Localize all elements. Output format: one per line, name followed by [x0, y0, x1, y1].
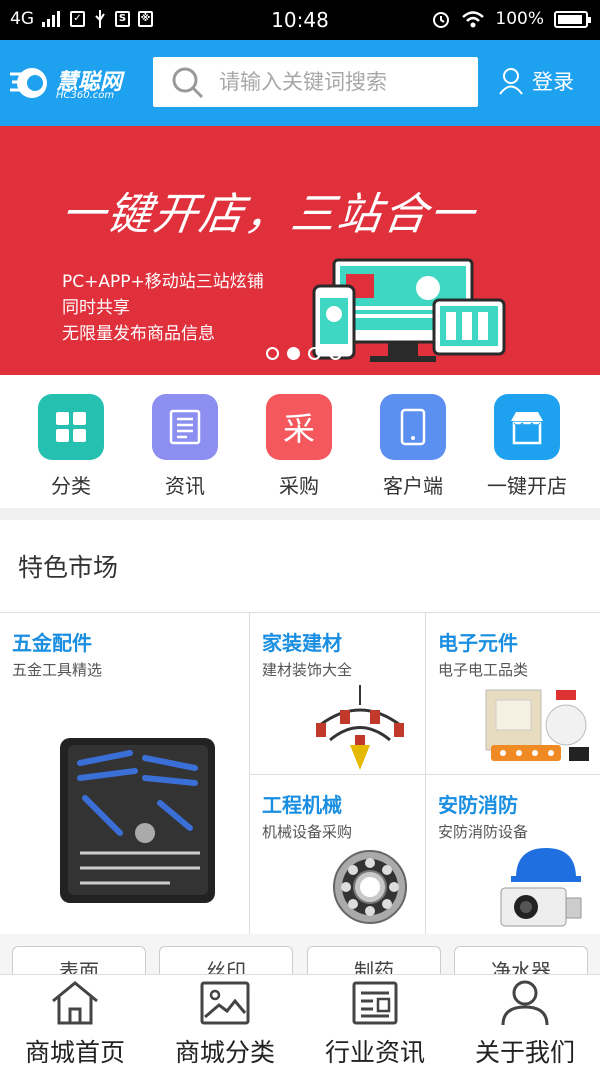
banner-dot[interactable] — [329, 347, 342, 360]
search-box[interactable] — [153, 57, 478, 107]
search-input[interactable] — [219, 57, 469, 107]
quick-nav-purchase[interactable]: 采 采购 — [242, 375, 356, 508]
quick-nav-open-store[interactable]: 一键开店 — [470, 375, 584, 508]
market-card-machinery[interactable]: 工程机械 机械设备采购 — [250, 775, 426, 935]
market-subtitle: 建材装饰大全 — [262, 661, 353, 679]
battery-percent: 100% — [495, 9, 544, 29]
home-icon — [52, 981, 98, 1025]
market-title: 安防消防 — [438, 793, 518, 817]
app-header: 慧聪网 HC360.com 登录 — [0, 40, 600, 126]
login-label: 登录 — [532, 70, 574, 94]
logo[interactable]: 慧聪网 HC360.com — [10, 62, 135, 106]
nav-label: 关于我们 — [474, 1038, 575, 1067]
banner-dot-active[interactable] — [287, 347, 300, 360]
banner-lines: PC+APP+移动站三站炫铺 同时共享 无限量发布商品信息 — [62, 269, 264, 347]
nav-about[interactable]: 关于我们 — [450, 975, 600, 1067]
promo-banner[interactable]: 一键开店，三站合一 PC+APP+移动站三站炫铺 同时共享 无限量发布商品信息 — [0, 126, 600, 375]
market-title: 工程机械 — [262, 793, 342, 817]
grid-icon — [38, 394, 104, 460]
login-button[interactable]: 登录 — [498, 66, 574, 96]
banner-line: 同时共享 — [62, 298, 130, 318]
toolbox-image — [60, 738, 215, 903]
market-subtitle: 电子电工品类 — [438, 661, 529, 679]
news-icon — [352, 981, 398, 1025]
featured-grid: 五金配件 五金工具精选 家装建材 建材装饰大全 电子元件 电子电工品类 工程机械… — [0, 612, 600, 935]
nav-label: 商城首页 — [24, 1038, 125, 1067]
featured-title: 特色市场 — [18, 553, 119, 582]
market-card-security[interactable]: 安防消防 安防消防设备 — [426, 775, 600, 935]
nav-news[interactable]: 行业资讯 — [300, 975, 450, 1067]
electronics-image — [485, 689, 589, 761]
market-card-building[interactable]: 家装建材 建材装饰大全 — [250, 613, 426, 775]
nav-label: 行业资讯 — [324, 1038, 425, 1067]
banner-dot[interactable] — [266, 347, 279, 360]
market-subtitle: 安防消防设备 — [438, 823, 529, 841]
quick-nav: 分类 资讯 采 采购 客户端 一键开店 — [0, 375, 600, 508]
quick-nav-client[interactable]: 客户端 — [356, 375, 470, 508]
security-camera-image — [500, 848, 582, 927]
market-card-hardware[interactable]: 五金配件 五金工具精选 — [0, 613, 250, 935]
market-title: 电子元件 — [438, 631, 518, 655]
quick-nav-label: 资讯 — [165, 474, 205, 498]
search-icon — [172, 67, 204, 99]
logo-mark-icon — [10, 68, 47, 98]
quick-nav-label: 采购 — [279, 474, 319, 498]
quick-nav-label: 分类 — [51, 474, 91, 498]
banner-line: 无限量发布商品信息 — [62, 324, 215, 344]
banner-slogan: 一键开店，三站合一 — [57, 189, 479, 240]
bottom-nav: 商城首页 商城分类 行业资讯 关于我们 — [0, 974, 600, 1067]
news-icon — [152, 394, 218, 460]
nav-home[interactable]: 商城首页 — [0, 975, 150, 1067]
nav-label: 商城分类 — [174, 1038, 275, 1067]
quick-nav-label: 一键开店 — [487, 474, 567, 498]
market-title: 五金配件 — [12, 631, 92, 655]
purchase-icon: 采 — [266, 394, 332, 460]
logo-subtitle: HC360.com — [56, 90, 115, 101]
banner-line: PC+APP+移动站三站炫铺 — [62, 272, 264, 292]
image-icon — [200, 981, 250, 1025]
phone-icon — [380, 394, 446, 460]
status-right: 100% — [431, 9, 591, 29]
nav-categories[interactable]: 商城分类 — [150, 975, 300, 1067]
bearing-image — [333, 850, 407, 924]
banner-dot[interactable] — [308, 347, 321, 360]
store-icon — [494, 394, 560, 460]
wifi-icon — [462, 11, 485, 28]
banner-pagination — [266, 347, 342, 360]
status-bar: 4G ✓ S ※ 10:48 100% — [0, 0, 600, 40]
person-icon — [501, 980, 549, 1026]
quick-nav-news[interactable]: 资讯 — [128, 375, 242, 508]
section-divider — [0, 508, 600, 520]
market-subtitle: 机械设备采购 — [262, 823, 353, 841]
market-card-electronics[interactable]: 电子元件 电子电工品类 — [426, 613, 600, 775]
market-title: 家装建材 — [262, 631, 342, 655]
quick-nav-label: 客户端 — [383, 474, 443, 498]
chandelier-image — [316, 685, 404, 770]
alarm-icon — [433, 12, 450, 28]
battery-icon — [554, 10, 591, 28]
user-icon — [499, 68, 523, 95]
quick-nav-category[interactable]: 分类 — [14, 375, 128, 508]
market-subtitle: 五金工具精选 — [12, 661, 103, 679]
tag-row: 表面 丝印 制药 净水器 — [0, 934, 600, 990]
